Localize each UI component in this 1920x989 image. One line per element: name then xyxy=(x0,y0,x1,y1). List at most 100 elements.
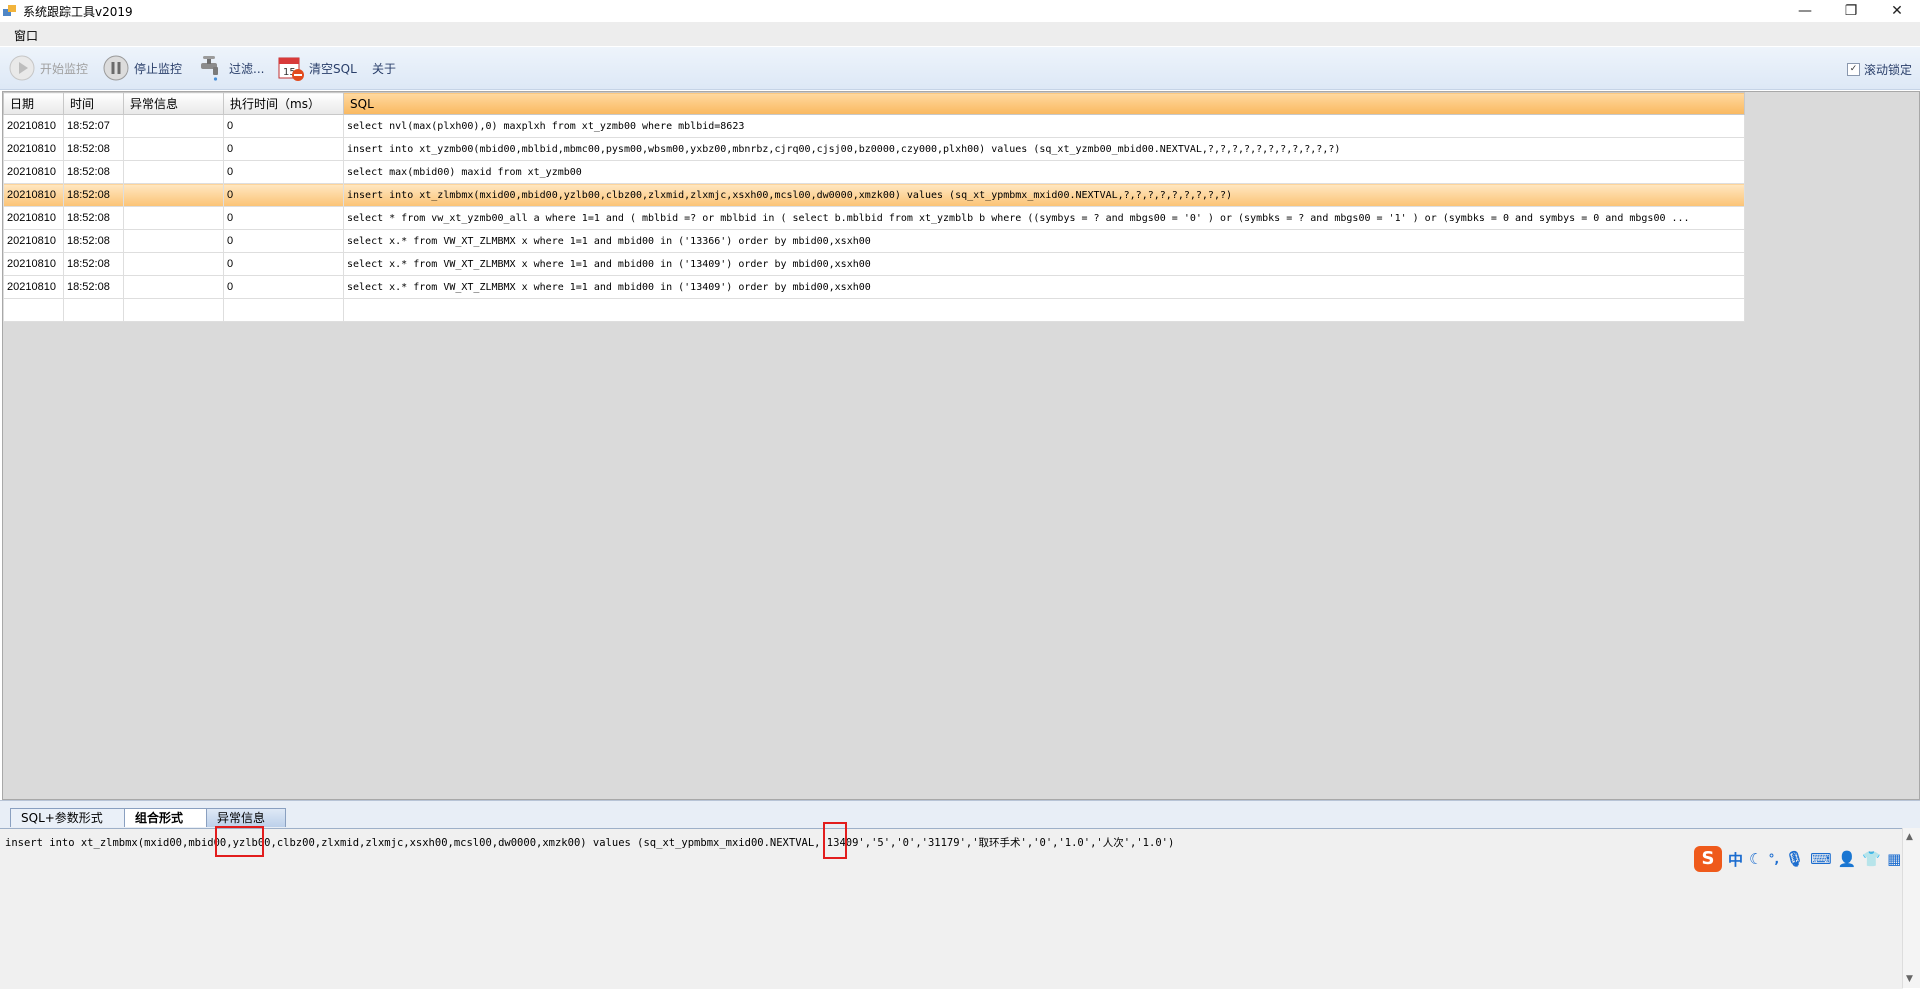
cell-error[interactable] xyxy=(123,206,224,230)
ime-mode-chinese[interactable]: 中 xyxy=(1728,849,1743,870)
sogou-logo-icon[interactable]: S xyxy=(1694,846,1722,872)
restore-button[interactable]: ❐ xyxy=(1828,0,1874,22)
table-row[interactable]: 20210810 18:52:08 0 select * from vw_xt_yzm… xyxy=(3,206,1745,230)
cell-exec-time[interactable]: 0 xyxy=(223,137,344,161)
scroll-lock-checkbox[interactable]: ✓ xyxy=(1846,63,1860,76)
scroll-lock-toggle[interactable]: ✓ 滚动锁定 xyxy=(1846,61,1912,78)
sql-detail-panel[interactable]: insert into xt_zlmbmx(mxid00,mbid00,yzlb… xyxy=(0,828,1903,989)
about-button[interactable]: 关于 xyxy=(372,53,396,83)
empty-cell xyxy=(3,298,64,322)
sql-text-part: insert into xt_zlmbmx(mxid00,mbid00, xyxy=(5,837,233,849)
cell-sql[interactable]: select * from vw_xt_yzmb00_all a where 1… xyxy=(343,206,1745,230)
highlight-box xyxy=(823,822,847,859)
cell-exec-time[interactable]: 0 xyxy=(223,183,344,207)
start-monitor-button[interactable]: 开始监控 xyxy=(8,53,88,83)
cell-sql[interactable]: select x.* from VW_XT_ZLMBMX x where 1=1… xyxy=(343,275,1745,299)
ime-punctuation[interactable]: °, xyxy=(1768,852,1779,866)
tab-sql-params[interactable]: SQL+参数形式 xyxy=(10,808,136,827)
column-header-date[interactable]: 日期 xyxy=(3,92,64,115)
microphone-icon[interactable]: 🎙 xyxy=(1785,850,1804,868)
cell-time[interactable]: 18:52:08 xyxy=(63,160,124,184)
table-row[interactable]: 20210810 18:52:08 0 select x.* from VW_XT_… xyxy=(3,229,1745,253)
cell-error[interactable] xyxy=(123,275,224,299)
cell-date[interactable]: 20210810 xyxy=(3,114,64,138)
cell-exec-time[interactable]: 0 xyxy=(223,275,344,299)
cell-exec-time[interactable]: 0 xyxy=(223,160,344,184)
close-button[interactable]: ✕ xyxy=(1874,0,1920,22)
cell-sql[interactable]: select max(mbid00) maxid from xt_yzmb00 xyxy=(343,160,1745,184)
cell-exec-time[interactable]: 0 xyxy=(223,229,344,253)
table-row[interactable]: 20210810 18:52:08 0 select x.* from VW_XT_… xyxy=(3,252,1745,276)
cell-sql[interactable]: insert into xt_yzmb00(mbid00,mblbid,mbmc… xyxy=(343,137,1745,161)
scroll-up-icon[interactable]: ▲ xyxy=(1906,832,1913,842)
cell-date[interactable]: 20210810 xyxy=(3,137,64,161)
tab-exception[interactable]: 异常信息 xyxy=(206,808,286,827)
play-icon xyxy=(9,55,35,81)
faucet-icon xyxy=(201,56,218,81)
table-row[interactable]: 20210810 18:52:08 0 select x.* from VW_XT_… xyxy=(3,275,1745,299)
skin-shirt-icon[interactable]: 👕 xyxy=(1862,850,1881,868)
cell-exec-time[interactable]: 0 xyxy=(223,206,344,230)
menu-window[interactable]: 窗口 xyxy=(14,27,38,44)
cell-error[interactable] xyxy=(123,252,224,276)
cell-date[interactable]: 20210810 xyxy=(3,160,64,184)
cell-time[interactable]: 18:52:08 xyxy=(63,183,124,207)
user-settings-icon[interactable]: 👤 xyxy=(1838,850,1857,868)
cell-date[interactable]: 20210810 xyxy=(3,229,64,253)
sql-text-part: ,clbz00,zlxmid,zlxmjc,xsxh00,mcsl00,dw00… xyxy=(270,837,872,849)
sql-log-grid[interactable]: 日期 时间 异常信息 执行时间（ms） SQL 20210810 18:52:07… xyxy=(2,91,1920,800)
cell-error[interactable] xyxy=(123,114,224,138)
sql-text-part: ,'0','31179','取环手术','0','1.0','人次','1.0'… xyxy=(890,837,1175,849)
highlight-box xyxy=(215,826,264,857)
cell-error[interactable] xyxy=(123,183,224,207)
toolbox-grid-icon[interactable]: ▦ xyxy=(1887,850,1901,868)
empty-cell xyxy=(63,298,124,322)
cell-sql[interactable]: insert into xt_zlmbmx(mxid00,mbid00,yzlb… xyxy=(343,183,1745,207)
scroll-lock-label: 滚动锁定 xyxy=(1863,63,1912,77)
cell-time[interactable]: 18:52:08 xyxy=(63,252,124,276)
cell-error[interactable] xyxy=(123,137,224,161)
table-row[interactable]: 20210810 18:52:08 0 insert into xt_yzmb00(m… xyxy=(3,137,1745,161)
detail-scrollbar[interactable]: ▲ ▼ xyxy=(1902,828,1920,988)
empty-cell xyxy=(123,298,224,322)
about-label: 关于 xyxy=(372,61,397,76)
title-bar: 系统跟踪工具v2019 — ❐ ✕ xyxy=(0,0,1920,22)
keyboard-icon[interactable]: ⌨ xyxy=(1810,850,1832,868)
moon-icon[interactable]: ☾ xyxy=(1749,850,1762,868)
cell-exec-time[interactable]: 0 xyxy=(223,252,344,276)
cell-time[interactable]: 18:52:08 xyxy=(63,137,124,161)
cell-date[interactable]: 20210810 xyxy=(3,252,64,276)
cell-sql[interactable]: select x.* from VW_XT_ZLMBMX x where 1=1… xyxy=(343,229,1745,253)
grid-header: 日期 时间 异常信息 执行时间（ms） SQL xyxy=(3,92,1745,115)
toolbar: 开始监控 停止监控 过滤... 15 清空SQL 关于 ✓ 滚动锁定 xyxy=(0,47,1920,90)
cell-time[interactable]: 18:52:08 xyxy=(63,206,124,230)
cell-error[interactable] xyxy=(123,160,224,184)
clear-sql-label: 清空SQL xyxy=(309,61,357,76)
cell-time[interactable]: 18:52:08 xyxy=(63,229,124,253)
column-header-time[interactable]: 时间 xyxy=(63,92,124,115)
window-title: 系统跟踪工具v2019 xyxy=(23,5,133,19)
tab-combined[interactable]: 组合形式 xyxy=(124,808,208,827)
filter-button[interactable]: 过滤... xyxy=(197,53,264,83)
scroll-down-icon[interactable]: ▼ xyxy=(1906,974,1913,984)
combined-sql-text[interactable]: insert into xt_zlmbmx(mxid00,mbid00,yzlb… xyxy=(5,835,1174,850)
table-row[interactable]: 20210810 18:52:08 0 insert into xt_zlmbmx(m… xyxy=(3,183,1745,207)
cell-exec-time[interactable]: 0 xyxy=(223,114,344,138)
clear-sql-button[interactable]: 15 清空SQL xyxy=(277,53,357,83)
cell-sql[interactable]: select x.* from VW_XT_ZLMBMX x where 1=1… xyxy=(343,252,1745,276)
cell-sql[interactable]: select nvl(max(plxh00),0) maxplxh from x… xyxy=(343,114,1745,138)
cell-time[interactable]: 18:52:08 xyxy=(63,275,124,299)
column-header-error[interactable]: 异常信息 xyxy=(123,92,224,115)
table-row[interactable]: 20210810 18:52:07 0 select nvl(max(plxh00),… xyxy=(3,114,1745,138)
cell-error[interactable] xyxy=(123,229,224,253)
cell-date[interactable]: 20210810 xyxy=(3,206,64,230)
cell-time[interactable]: 18:52:07 xyxy=(63,114,124,138)
column-header-exec-time[interactable]: 执行时间（ms） xyxy=(223,92,344,115)
ime-toolbar: S 中 ☾ °, 🎙 ⌨ 👤 👕 ▦ xyxy=(1694,846,1901,872)
cell-date[interactable]: 20210810 xyxy=(3,275,64,299)
table-row[interactable]: 20210810 18:52:08 0 select max(mbid00) maxi… xyxy=(3,160,1745,184)
column-header-sql[interactable]: SQL xyxy=(343,92,1745,115)
cell-date[interactable]: 20210810 xyxy=(3,183,64,207)
minimize-button[interactable]: — xyxy=(1782,0,1828,22)
stop-monitor-button[interactable]: 停止监控 xyxy=(102,53,182,83)
